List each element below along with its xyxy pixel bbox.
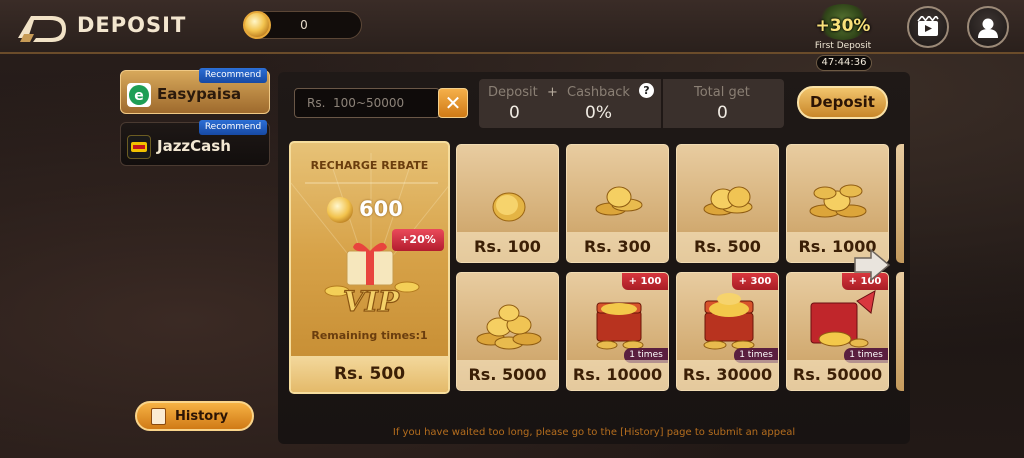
recommend-badge: Recommend bbox=[199, 68, 267, 83]
first-deposit-promo[interactable]: +30% First Deposit 47:44:36 bbox=[808, 4, 878, 71]
method-name: JazzCash bbox=[157, 137, 231, 155]
plus-sign: + bbox=[547, 85, 558, 100]
tile-price: Rs. 5000 bbox=[457, 360, 558, 390]
total-get-label: Total get bbox=[694, 85, 750, 100]
coin-heap-icon bbox=[809, 184, 867, 218]
easypaisa-logo-icon: e bbox=[127, 83, 151, 107]
vip-gift-icon: VIP bbox=[324, 242, 420, 319]
history-document-icon bbox=[151, 408, 166, 425]
tile-price: Rs. 100 bbox=[457, 232, 558, 262]
amount-tile[interactable]: Rs. 5000 bbox=[456, 272, 559, 391]
amount-tile[interactable]: Rs. 100 bbox=[456, 144, 559, 263]
promo-label: First Deposit bbox=[814, 41, 872, 51]
deposit-summary: Deposit + Cashback ? 0 0% Total get 0 bbox=[479, 79, 784, 128]
amount-tile[interactable]: + 100 1 times Rs. 10000 bbox=[566, 272, 669, 391]
tile-price: Rs. 300 bbox=[567, 232, 668, 262]
back-arrow-icon[interactable] bbox=[16, 12, 66, 42]
coin-stack-icon bbox=[595, 186, 643, 216]
user-icon bbox=[978, 18, 998, 38]
method-jazzcash[interactable]: Recommend JazzCash bbox=[120, 120, 270, 166]
vip-text: VIP bbox=[343, 285, 400, 318]
rebate-coin-amount: 600 bbox=[359, 197, 403, 221]
amount-tile[interactable]: + 100 1 times Rs. 50000 bbox=[786, 272, 889, 391]
tile-price: Rs. 10000 bbox=[567, 360, 668, 390]
coin-pile-icon bbox=[703, 186, 753, 216]
single-coin-icon bbox=[492, 192, 526, 222]
page-title: DEPOSIT bbox=[77, 13, 187, 37]
bonus-badge: + 100 bbox=[622, 273, 668, 290]
total-get-value: 0 bbox=[717, 103, 728, 123]
cashback-value: 0% bbox=[585, 103, 612, 123]
remaining-times: Remaining times:1 bbox=[311, 329, 428, 342]
recommend-badge: Recommend bbox=[199, 120, 267, 135]
coin-icon bbox=[327, 197, 353, 223]
balance-pill: 0 bbox=[243, 11, 362, 39]
video-button[interactable] bbox=[907, 6, 949, 48]
rebate-title: RECHARGE REBATE bbox=[310, 159, 429, 172]
amount-tile[interactable]: + 300 1 times Rs. 30000 bbox=[676, 272, 779, 391]
jazzcash-logo-icon bbox=[127, 135, 151, 159]
deposit-value: 0 bbox=[509, 103, 520, 123]
amount-tile[interactable]: Rs. 1000 bbox=[786, 144, 889, 263]
bonus-badge: + 300 bbox=[732, 273, 778, 290]
tile-price: Rs. 50000 bbox=[787, 360, 888, 390]
amount-tile[interactable]: Rs. 300 bbox=[566, 144, 669, 263]
large-coin-pile-icon bbox=[476, 304, 542, 350]
deposit-label: Deposit bbox=[488, 85, 538, 100]
promo-percent: +30% bbox=[815, 16, 871, 36]
play-video-icon bbox=[917, 16, 939, 36]
tile-price: Rs. 30000 bbox=[677, 360, 778, 390]
promo-timer: 47:44:36 bbox=[816, 55, 872, 71]
history-label: History bbox=[175, 409, 229, 424]
tile-price: Rs. 500 bbox=[677, 232, 778, 262]
close-icon: ✕ bbox=[444, 91, 462, 115]
recharge-rebate-card[interactable]: RECHARGE REBATE 600 +20% VIP Remaining t… bbox=[289, 141, 450, 394]
svg-text:e: e bbox=[134, 88, 144, 104]
amount-input[interactable] bbox=[294, 88, 440, 118]
summary-divider bbox=[661, 79, 663, 128]
balance-amount: 0 bbox=[300, 18, 308, 32]
method-easypaisa[interactable]: Recommend e Easypaisa bbox=[120, 68, 270, 114]
amount-tile-partial[interactable] bbox=[896, 272, 904, 391]
top-bar: DEPOSIT 0 +30% First Deposit 47:44:36 bbox=[0, 0, 1024, 71]
method-name: Easypaisa bbox=[157, 85, 242, 103]
amount-tile[interactable]: Rs. 500 bbox=[676, 144, 779, 263]
appeal-notice: If you have waited too long, please go t… bbox=[392, 427, 796, 438]
profile-button[interactable] bbox=[967, 6, 1009, 48]
rebate-price: Rs. 500 bbox=[291, 356, 448, 392]
deposit-button[interactable]: Deposit bbox=[797, 86, 888, 119]
history-button[interactable]: History bbox=[135, 401, 254, 431]
scroll-right-arrow-icon[interactable] bbox=[853, 248, 891, 282]
help-icon[interactable]: ? bbox=[639, 83, 654, 98]
clear-amount-button[interactable]: ✕ bbox=[438, 88, 468, 118]
amount-tile-partial[interactable] bbox=[896, 144, 904, 263]
cashback-label: Cashback bbox=[567, 85, 630, 100]
